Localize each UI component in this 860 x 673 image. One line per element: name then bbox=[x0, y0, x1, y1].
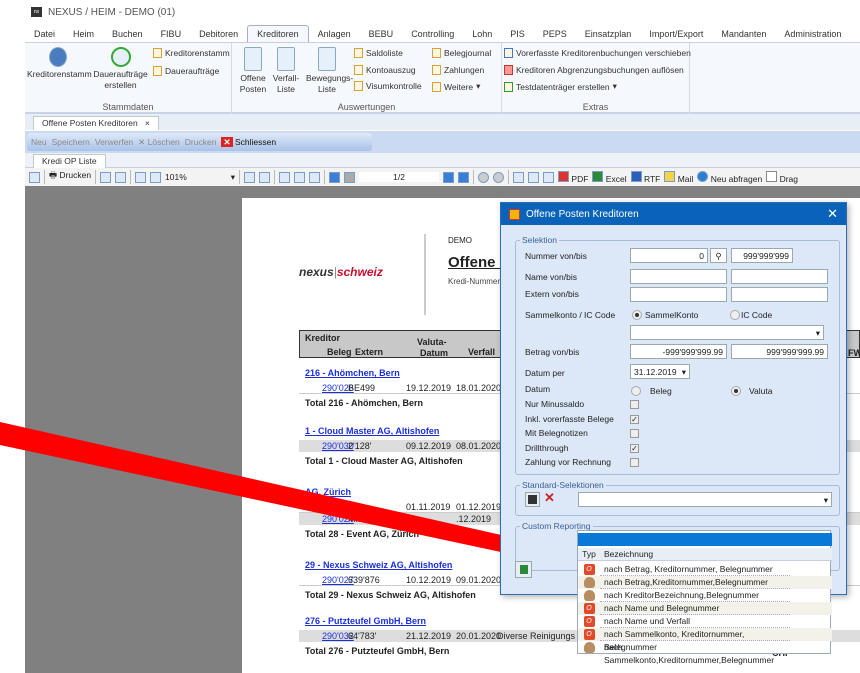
dropdown-item[interactable]: nach Sammelkonto,Kreditornummer,Belegnum… bbox=[578, 641, 832, 665]
system-report-icon: O bbox=[583, 629, 595, 640]
dropdown-item[interactable]: nach Betrag,Kreditornummer,Belegnummer bbox=[578, 576, 832, 589]
dialog-close-icon[interactable]: ✕ bbox=[827, 206, 838, 222]
sammelkonto-select[interactable]: ▾ bbox=[630, 325, 824, 340]
dropdown-header: Typ Bezeichnung bbox=[578, 548, 832, 561]
excel-export-icon[interactable] bbox=[515, 561, 532, 578]
dropdown-item[interactable]: Onach Name und Verfall bbox=[578, 615, 832, 628]
option-checkbox[interactable]: ✓ bbox=[630, 443, 639, 453]
datum-label: Datum bbox=[525, 384, 551, 394]
user-report-icon bbox=[583, 577, 595, 588]
dropdown-item[interactable]: Onach Name und Belegnummer bbox=[578, 602, 832, 615]
option-checkbox[interactable] bbox=[630, 400, 639, 409]
valuta-radio[interactable] bbox=[731, 386, 741, 396]
nummer-to-input[interactable]: 999'999'999 bbox=[731, 248, 793, 263]
option-label: Nur Minussaldo bbox=[525, 399, 585, 409]
option-label: Inkl. vorerfasste Belege bbox=[525, 413, 614, 424]
dialog-title: Offene Posten Kreditoren bbox=[526, 208, 639, 220]
selected-value-bar[interactable] bbox=[578, 533, 832, 546]
system-report-icon: O bbox=[583, 564, 595, 575]
user-report-icon bbox=[583, 642, 595, 653]
search-icon[interactable]: ⚲ bbox=[710, 248, 727, 263]
ic-code-radio[interactable] bbox=[730, 310, 740, 320]
beleg-radio[interactable] bbox=[631, 386, 641, 396]
extern-label: Extern von/bis bbox=[525, 289, 579, 299]
betrag-to-input[interactable]: 999'999'999.99 bbox=[731, 344, 828, 359]
dropdown-item[interactable]: Onach Sammelkonto, Kreditornummer, Beleg… bbox=[578, 628, 832, 652]
name-from-input[interactable] bbox=[630, 269, 727, 284]
betrag-from-input[interactable]: -999'999'999.99 bbox=[630, 344, 727, 359]
dropdown-item[interactable]: Onach Betrag, Kreditornummer, Belegnumme… bbox=[578, 563, 832, 576]
standard-selektion-select[interactable]: ▾ bbox=[578, 492, 832, 507]
save-selection-icon[interactable] bbox=[525, 492, 540, 507]
option-checkbox[interactable] bbox=[630, 458, 639, 467]
option-label: Drillthrough bbox=[525, 442, 569, 453]
datum-per-picker[interactable]: 31.12.2019 ▾ bbox=[630, 364, 690, 379]
arrow-shape bbox=[0, 422, 528, 557]
option-label: Zahlung vor Rechnung bbox=[525, 457, 612, 467]
delete-selection-icon[interactable]: ✕ bbox=[544, 490, 555, 506]
option-label: Mit Belegnotizen bbox=[525, 428, 588, 438]
dropdown-item[interactable]: nach KreditorBezeichnung,Belegnummer bbox=[578, 589, 832, 602]
name-label: Name von/bis bbox=[525, 272, 577, 282]
dialog-title-bar: Offene Posten Kreditoren ✕ bbox=[501, 203, 846, 225]
name-to-input[interactable] bbox=[731, 269, 828, 284]
nummer-label: Nummer von/bis bbox=[525, 251, 587, 261]
nummer-from-input[interactable]: 0 bbox=[630, 248, 708, 263]
sammelkonto-radio[interactable] bbox=[632, 310, 642, 320]
system-report-icon: O bbox=[583, 603, 595, 614]
extern-from-input[interactable] bbox=[630, 287, 727, 302]
system-report-icon: O bbox=[583, 616, 595, 627]
datum-per-label: Datum per bbox=[525, 368, 565, 378]
betrag-label: Betrag von/bis bbox=[525, 347, 580, 357]
app-icon bbox=[509, 208, 520, 220]
custom-reporting-dropdown[interactable]: Typ Bezeichnung Onach Betrag, Kreditornum… bbox=[577, 530, 832, 665]
option-checkbox[interactable]: ✓ bbox=[630, 414, 639, 424]
extern-to-input[interactable] bbox=[731, 287, 828, 302]
option-checkbox[interactable] bbox=[630, 429, 639, 438]
sammel-label: Sammelkonto / IC Code bbox=[525, 310, 616, 320]
user-report-icon bbox=[583, 590, 595, 601]
